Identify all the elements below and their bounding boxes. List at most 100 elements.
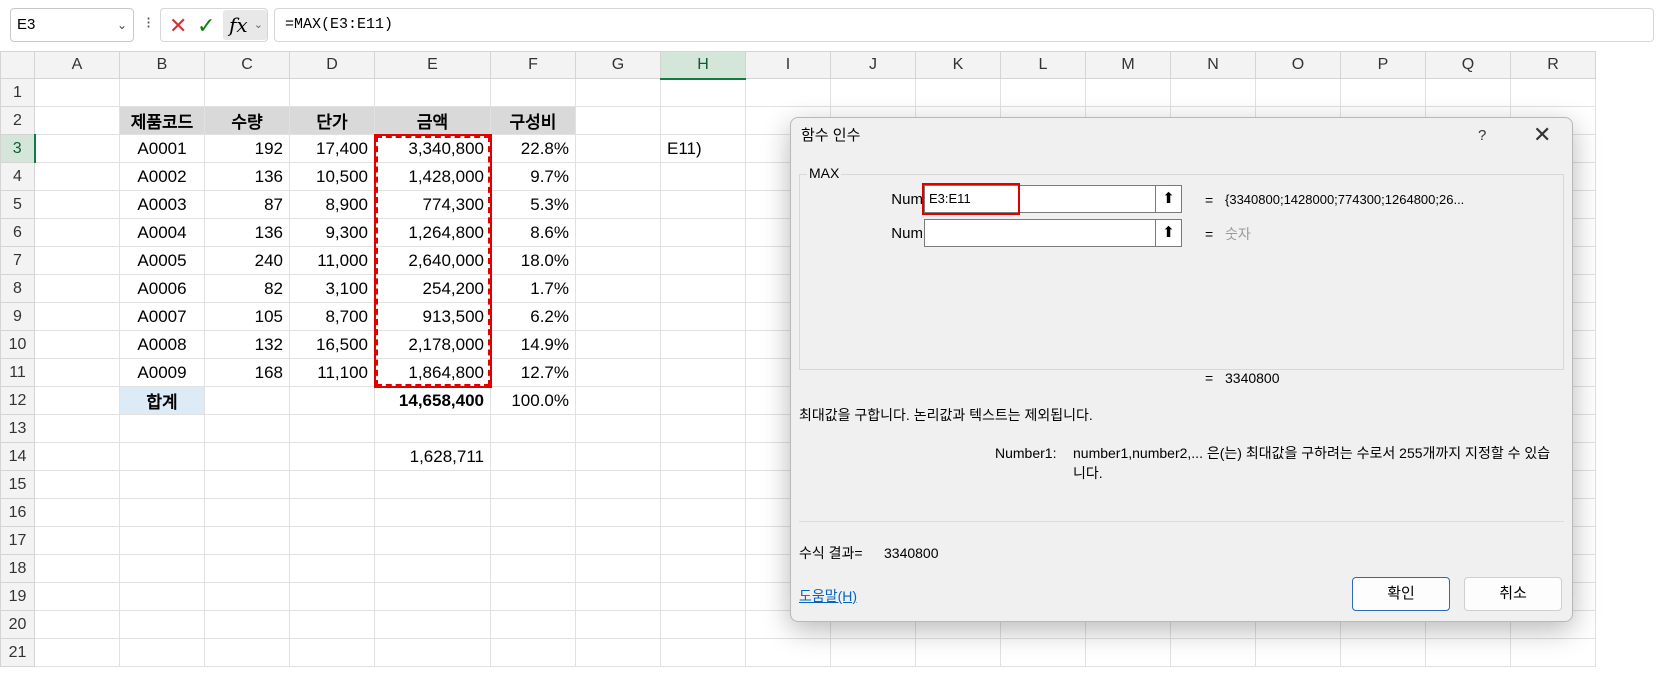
cell-b13[interactable] bbox=[119, 414, 205, 443]
cell-b14[interactable] bbox=[119, 442, 205, 471]
cell-b11[interactable]: A0009 bbox=[119, 358, 205, 387]
cell-h1[interactable] bbox=[660, 78, 746, 107]
cell-j1[interactable] bbox=[830, 78, 916, 107]
cell-d12[interactable] bbox=[289, 386, 375, 415]
cell-a9[interactable] bbox=[34, 302, 120, 331]
cell-f6[interactable]: 8.6% bbox=[490, 218, 576, 247]
row-header-5[interactable]: 5 bbox=[0, 190, 35, 219]
cell-g12[interactable] bbox=[575, 386, 661, 415]
cell-g11[interactable] bbox=[575, 358, 661, 387]
row-header-8[interactable]: 8 bbox=[0, 274, 35, 303]
row-header-4[interactable]: 4 bbox=[0, 162, 35, 191]
cell-r1[interactable] bbox=[1510, 78, 1596, 107]
cell-g19[interactable] bbox=[575, 582, 661, 611]
chevron-down-icon[interactable]: ⌄ bbox=[117, 9, 127, 41]
cell-h16[interactable] bbox=[660, 498, 746, 527]
cell-c17[interactable] bbox=[204, 526, 290, 555]
cell-f1[interactable] bbox=[490, 78, 576, 107]
column-header-l[interactable]: L bbox=[1000, 51, 1086, 79]
help-icon[interactable]: ? bbox=[1478, 126, 1486, 146]
row-header-7[interactable]: 7 bbox=[0, 246, 35, 275]
column-header-p[interactable]: P bbox=[1340, 51, 1426, 79]
column-header-k[interactable]: K bbox=[915, 51, 1001, 79]
cell-d7[interactable]: 11,000 bbox=[289, 246, 375, 275]
cell-q1[interactable] bbox=[1425, 78, 1511, 107]
cell-d1[interactable] bbox=[289, 78, 375, 107]
row-header-13[interactable]: 13 bbox=[0, 414, 35, 443]
row-header-3[interactable]: 3 bbox=[0, 134, 36, 163]
cell-d14[interactable] bbox=[289, 442, 375, 471]
cell-b17[interactable] bbox=[119, 526, 205, 555]
cell-c10[interactable]: 132 bbox=[204, 330, 290, 359]
cell-f20[interactable] bbox=[490, 610, 576, 639]
cell-e4[interactable]: 1,428,000 bbox=[374, 162, 491, 191]
fx-icon[interactable]: fx ⌄ bbox=[223, 10, 267, 40]
column-header-n[interactable]: N bbox=[1170, 51, 1256, 79]
enter-icon[interactable]: ✓ bbox=[197, 14, 215, 38]
row-header-15[interactable]: 15 bbox=[0, 470, 35, 499]
cell-h3[interactable]: E11) bbox=[660, 134, 746, 163]
close-icon[interactable]: ✕ bbox=[1533, 122, 1551, 148]
cell-f14[interactable] bbox=[490, 442, 576, 471]
cell-d11[interactable]: 11,100 bbox=[289, 358, 375, 387]
cell-i1[interactable] bbox=[745, 78, 831, 107]
cell-a12[interactable] bbox=[34, 386, 120, 415]
cell-a21[interactable] bbox=[34, 638, 120, 667]
column-header-o[interactable]: O bbox=[1255, 51, 1341, 79]
cell-d5[interactable]: 8,900 bbox=[289, 190, 375, 219]
cell-d15[interactable] bbox=[289, 470, 375, 499]
cell-e1[interactable] bbox=[374, 78, 491, 107]
row-header-16[interactable]: 16 bbox=[0, 498, 35, 527]
cell-o1[interactable] bbox=[1255, 78, 1341, 107]
row-header-17[interactable]: 17 bbox=[0, 526, 35, 555]
cell-c7[interactable]: 240 bbox=[204, 246, 290, 275]
column-header-f[interactable]: F bbox=[490, 51, 576, 79]
cell-h9[interactable] bbox=[660, 302, 746, 331]
cell-l21[interactable] bbox=[1000, 638, 1086, 667]
name-box[interactable]: E3 ⌄ bbox=[10, 8, 134, 42]
row-header-18[interactable]: 18 bbox=[0, 554, 35, 583]
cell-d6[interactable]: 9,300 bbox=[289, 218, 375, 247]
cell-g9[interactable] bbox=[575, 302, 661, 331]
cell-e10[interactable]: 2,178,000 bbox=[374, 330, 491, 359]
cell-h8[interactable] bbox=[660, 274, 746, 303]
cell-e14[interactable]: 1,628,711 bbox=[374, 442, 491, 471]
cell-f9[interactable]: 6.2% bbox=[490, 302, 576, 331]
cell-e11[interactable]: 1,864,800 bbox=[374, 358, 491, 387]
row-header-14[interactable]: 14 bbox=[0, 442, 35, 471]
cell-b9[interactable]: A0007 bbox=[119, 302, 205, 331]
cell-g3[interactable] bbox=[575, 134, 661, 163]
cell-c13[interactable] bbox=[204, 414, 290, 443]
cell-b5[interactable]: A0003 bbox=[119, 190, 205, 219]
cell-e20[interactable] bbox=[374, 610, 491, 639]
cell-g7[interactable] bbox=[575, 246, 661, 275]
cell-g20[interactable] bbox=[575, 610, 661, 639]
cell-a2[interactable] bbox=[34, 106, 120, 135]
cell-c15[interactable] bbox=[204, 470, 290, 499]
cell-c2[interactable]: 수량 bbox=[204, 106, 290, 135]
cell-g17[interactable] bbox=[575, 526, 661, 555]
cell-k21[interactable] bbox=[915, 638, 1001, 667]
cell-f15[interactable] bbox=[490, 470, 576, 499]
cell-h5[interactable] bbox=[660, 190, 746, 219]
cell-a1[interactable] bbox=[34, 78, 120, 107]
column-header-q[interactable]: Q bbox=[1425, 51, 1511, 79]
cell-d10[interactable]: 16,500 bbox=[289, 330, 375, 359]
collapse-dialog-icon[interactable]: ⬆ bbox=[1156, 185, 1182, 213]
row-header-10[interactable]: 10 bbox=[0, 330, 35, 359]
row-header-9[interactable]: 9 bbox=[0, 302, 35, 331]
column-header-r[interactable]: R bbox=[1510, 51, 1596, 79]
cell-d3[interactable]: 17,400 bbox=[289, 134, 375, 163]
cell-g21[interactable] bbox=[575, 638, 661, 667]
cell-g18[interactable] bbox=[575, 554, 661, 583]
column-header-g[interactable]: G bbox=[575, 51, 661, 79]
cell-d16[interactable] bbox=[289, 498, 375, 527]
cell-e6[interactable]: 1,264,800 bbox=[374, 218, 491, 247]
cell-c8[interactable]: 82 bbox=[204, 274, 290, 303]
cell-c20[interactable] bbox=[204, 610, 290, 639]
cell-c18[interactable] bbox=[204, 554, 290, 583]
cell-q21[interactable] bbox=[1425, 638, 1511, 667]
row-header-12[interactable]: 12 bbox=[0, 386, 35, 415]
column-header-c[interactable]: C bbox=[204, 51, 290, 79]
cell-e21[interactable] bbox=[374, 638, 491, 667]
